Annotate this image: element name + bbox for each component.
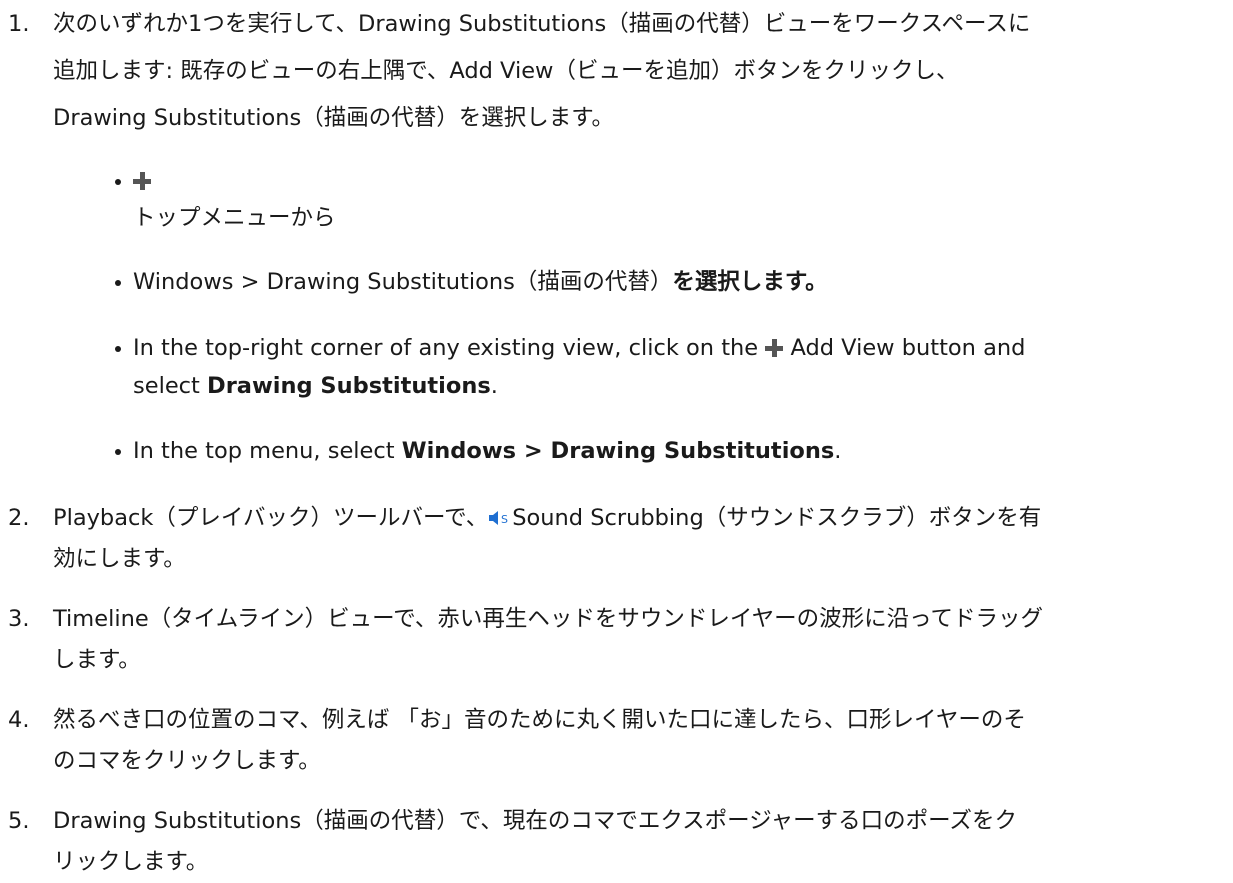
step-text-line: Drawing Substitutions（描画の代替）で、現在のコマでエクスポ… bbox=[53, 808, 1017, 834]
step-text: Sound Scrubbing（サウンドスクラブ）ボタンを有 bbox=[512, 505, 1042, 531]
bullet-item-add-view-en: In the top-right corner of any existing … bbox=[133, 328, 1025, 369]
step-number: 3. bbox=[8, 606, 30, 632]
step-text-line: のコマをクリックします。 bbox=[53, 748, 321, 774]
bullet-dot bbox=[115, 449, 121, 455]
step-text-line: リックします。 bbox=[53, 849, 209, 875]
sound-scrubbing-icon: S bbox=[489, 511, 508, 526]
bullet-bold-text: Drawing Substitutions bbox=[207, 373, 491, 399]
bullet-item-windows-menu: Windows > Drawing Substitutions（描画の代替）を選… bbox=[133, 262, 828, 303]
bullet-text: In the top menu, select bbox=[133, 438, 402, 464]
bullet-dot bbox=[115, 179, 121, 185]
step-text: Playback（プレイバック）ツールバーで、 bbox=[53, 505, 489, 531]
bullet-bold-text: Windows > Drawing Substitutions bbox=[401, 438, 835, 464]
bullet-text: . bbox=[490, 373, 498, 399]
bullet-text: Windows > Drawing Substitutions（描画の代替） bbox=[133, 269, 673, 295]
bullet-text: . bbox=[834, 438, 842, 464]
bullet-dot bbox=[115, 346, 121, 352]
plus-icon bbox=[133, 172, 151, 190]
instructions-page: 1. 次のいずれか1つを実行して、Drawing Substitutions（描… bbox=[0, 0, 1233, 880]
step-number: 5. bbox=[8, 808, 30, 834]
bullet-text: select bbox=[133, 373, 208, 399]
bullet-item-add-view-en-line2: select Drawing Substitutions. bbox=[133, 366, 498, 407]
step-text-line: Playback（プレイバック）ツールバーで、 S Sound Scrubbin… bbox=[53, 498, 1041, 539]
step-text-line: Drawing Substitutions（描画の代替）を選択します。 bbox=[53, 105, 614, 131]
step-text-line: します。 bbox=[53, 647, 141, 673]
step-number: 1. bbox=[8, 11, 30, 37]
step-number: 2. bbox=[8, 505, 30, 531]
svg-text:S: S bbox=[501, 513, 508, 526]
step-number: 4. bbox=[8, 707, 30, 733]
bullet-item-top-menu-en: In the top menu, select Windows > Drawin… bbox=[133, 431, 841, 472]
step-text-line: 追加します: 既存のビューの右上隅で、Add View（ビューを追加）ボタンをク… bbox=[53, 58, 959, 84]
step-text-line: Timeline（タイムライン）ビューで、赤い再生ヘッドをサウンドレイヤーの波形… bbox=[53, 606, 1044, 632]
step-text-line: 次のいずれか1つを実行して、Drawing Substitutions（描画の代… bbox=[53, 11, 1031, 37]
bullet-text: Add View button and bbox=[790, 335, 1026, 361]
step-text-line: 効にします。 bbox=[53, 546, 186, 572]
bullet-item-add-view-icon bbox=[133, 161, 151, 202]
bullet-dot bbox=[115, 280, 121, 286]
step-text-line: 然るべき口の位置のコマ、例えば 「お」音のために丸く開いた口に達したら、口形レイ… bbox=[53, 707, 1026, 733]
bullet-bold-text: を選択します。 bbox=[672, 269, 828, 295]
bullet-text: トップメニューから bbox=[133, 205, 336, 231]
bullet-text: In the top-right corner of any existing … bbox=[133, 335, 759, 361]
plus-icon bbox=[765, 339, 784, 357]
